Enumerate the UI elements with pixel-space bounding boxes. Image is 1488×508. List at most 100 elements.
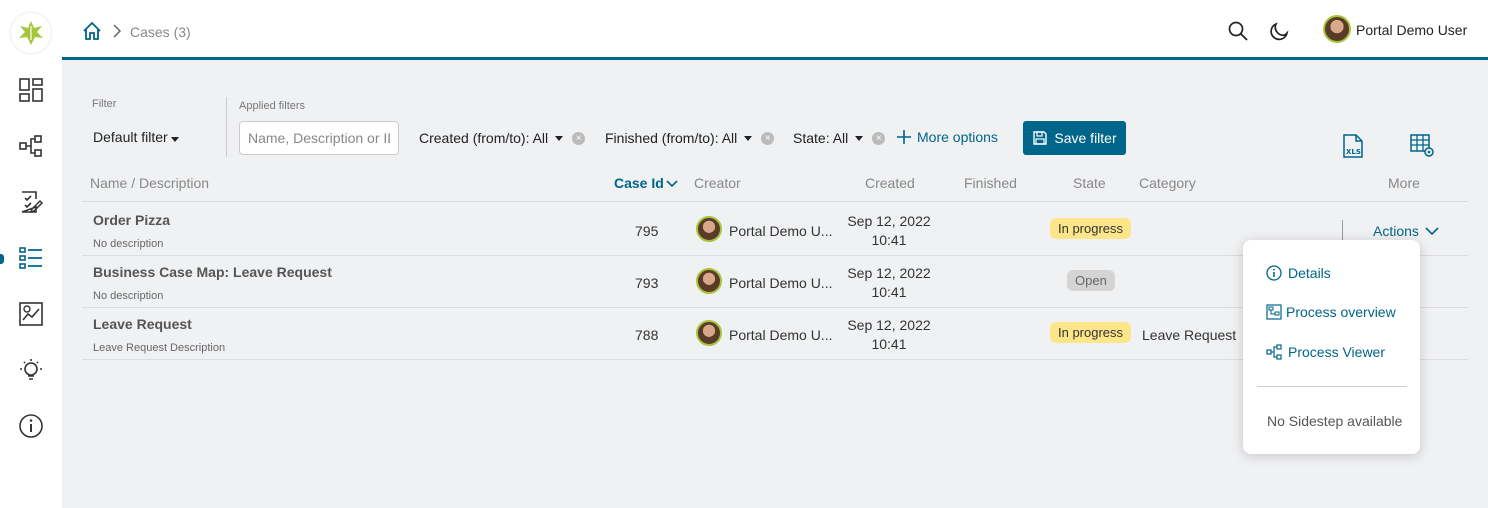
menu-item-process-viewer-label: Process Viewer bbox=[1288, 344, 1386, 360]
chevron-right-icon bbox=[112, 24, 122, 41]
applied-filters-label: Applied filters bbox=[239, 100, 306, 112]
menu-item-process-overview[interactable]: Process overview bbox=[1266, 304, 1396, 320]
state-filter[interactable]: State: All × bbox=[793, 130, 886, 146]
clear-icon[interactable]: × bbox=[572, 131, 586, 145]
clear-icon[interactable]: × bbox=[872, 131, 886, 145]
caret-down-icon bbox=[170, 137, 179, 142]
tasks-icon[interactable] bbox=[17, 188, 45, 216]
created-date-day: Sep 12, 2022 bbox=[847, 213, 931, 229]
cases-list-icon[interactable] bbox=[17, 244, 45, 272]
menu-item-process-viewer[interactable]: Process Viewer bbox=[1266, 344, 1385, 360]
created-date: Sep 12, 2022 10:41 bbox=[844, 264, 934, 302]
creator-name: Portal Demo U... bbox=[729, 275, 833, 291]
created-filter[interactable]: Created (from/to): All × bbox=[419, 130, 586, 146]
search-icon[interactable] bbox=[1228, 21, 1248, 44]
menu-item-details[interactable]: Details bbox=[1266, 265, 1331, 281]
more-options-button[interactable]: More options bbox=[897, 129, 998, 145]
col-creator[interactable]: Creator bbox=[694, 175, 741, 191]
lightbulb-icon[interactable] bbox=[17, 356, 45, 384]
case-name[interactable]: Leave Request bbox=[93, 316, 192, 332]
col-state[interactable]: State bbox=[1073, 175, 1106, 191]
caret-down-icon bbox=[555, 135, 564, 141]
logo[interactable] bbox=[11, 13, 51, 53]
sort-desc-icon bbox=[666, 180, 678, 188]
col-case-id-label: Case Id bbox=[614, 175, 664, 191]
status-badge: Open bbox=[1067, 270, 1115, 291]
created-filter-label: Created (from/to): All bbox=[419, 130, 549, 146]
created-date: Sep 12, 2022 10:41 bbox=[844, 212, 934, 250]
dark-mode-icon[interactable] bbox=[1270, 21, 1290, 44]
creator-name: Portal Demo U... bbox=[729, 327, 833, 343]
save-filter-label: Save filter bbox=[1054, 130, 1117, 146]
created-date-time: 10:41 bbox=[871, 232, 907, 248]
sidebar bbox=[0, 0, 62, 508]
caret-down-icon bbox=[744, 135, 753, 141]
info-icon bbox=[1266, 265, 1282, 281]
info-icon[interactable] bbox=[17, 412, 45, 440]
case-description: No description bbox=[93, 238, 164, 250]
avatar bbox=[696, 216, 722, 242]
actions-button[interactable]: Actions bbox=[1373, 223, 1439, 239]
col-created[interactable]: Created bbox=[865, 175, 915, 191]
svg-text:XLS: XLS bbox=[1346, 148, 1361, 156]
actions-label: Actions bbox=[1373, 223, 1419, 239]
breadcrumb: Cases (3) bbox=[130, 24, 191, 40]
save-filter-button[interactable]: Save filter bbox=[1023, 121, 1126, 155]
created-date-time: 10:41 bbox=[871, 284, 907, 300]
statistics-icon[interactable] bbox=[17, 300, 45, 328]
top-header: Cases (3) Portal Demo User bbox=[62, 0, 1488, 60]
state-filter-label: State: All bbox=[793, 130, 849, 146]
divider bbox=[226, 97, 227, 157]
creator-name: Portal Demo U... bbox=[729, 223, 833, 239]
created-date-time: 10:41 bbox=[871, 336, 907, 352]
plus-icon bbox=[897, 130, 911, 144]
caret-down-icon bbox=[855, 135, 864, 141]
col-finished[interactable]: Finished bbox=[964, 175, 1017, 191]
ivy-leaf-icon bbox=[19, 21, 43, 45]
save-icon bbox=[1033, 131, 1048, 145]
default-filter-label: Default filter bbox=[93, 129, 168, 145]
user-avatar[interactable] bbox=[1323, 15, 1351, 43]
column-settings-icon[interactable] bbox=[1409, 133, 1435, 162]
process-overview-icon bbox=[1266, 304, 1282, 320]
finished-filter[interactable]: Finished (from/to): All × bbox=[605, 130, 775, 146]
case-id: 788 bbox=[635, 327, 659, 343]
col-name[interactable]: Name / Description bbox=[90, 175, 209, 191]
divider bbox=[1257, 386, 1407, 387]
status-badge: In progress bbox=[1050, 322, 1132, 343]
more-options-label: More options bbox=[917, 129, 998, 145]
col-category[interactable]: Category bbox=[1139, 175, 1196, 191]
menu-item-process-overview-label: Process overview bbox=[1286, 304, 1396, 320]
case-id: 795 bbox=[635, 223, 659, 239]
process-viewer-icon bbox=[1266, 344, 1282, 360]
active-indicator bbox=[0, 254, 4, 264]
col-more: More bbox=[1388, 175, 1420, 191]
dashboard-icon[interactable] bbox=[17, 76, 45, 104]
finished-filter-label: Finished (from/to): All bbox=[605, 130, 738, 146]
created-date-day: Sep 12, 2022 bbox=[847, 317, 931, 333]
search-input[interactable] bbox=[239, 121, 399, 155]
default-filter-dropdown[interactable]: Default filter bbox=[93, 129, 179, 145]
category: Leave Request bbox=[1142, 327, 1237, 343]
case-id: 793 bbox=[635, 275, 659, 291]
case-name[interactable]: Business Case Map: Leave Request bbox=[93, 264, 332, 280]
filter-label: Filter bbox=[92, 98, 117, 110]
created-date-day: Sep 12, 2022 bbox=[847, 265, 931, 281]
status-badge: In progress bbox=[1050, 218, 1132, 239]
created-date: Sep 12, 2022 10:41 bbox=[844, 316, 934, 354]
case-description: Leave Request Description bbox=[93, 342, 226, 354]
avatar bbox=[696, 320, 722, 346]
no-sidestep-text: No Sidestep available bbox=[1267, 413, 1403, 429]
case-description: No description bbox=[93, 290, 164, 302]
process-icon[interactable] bbox=[17, 132, 45, 160]
home-icon[interactable] bbox=[82, 21, 102, 44]
chevron-down-icon bbox=[1425, 226, 1439, 235]
case-name[interactable]: Order Pizza bbox=[93, 212, 170, 228]
menu-item-details-label: Details bbox=[1288, 265, 1331, 281]
user-name[interactable]: Portal Demo User bbox=[1356, 22, 1467, 38]
clear-icon[interactable]: × bbox=[761, 131, 775, 145]
export-xls-icon[interactable]: XLS bbox=[1340, 133, 1366, 162]
col-case-id[interactable]: Case Id bbox=[614, 175, 678, 191]
divider bbox=[1342, 220, 1343, 240]
actions-menu: Details Process overview Process Viewer … bbox=[1243, 240, 1420, 454]
